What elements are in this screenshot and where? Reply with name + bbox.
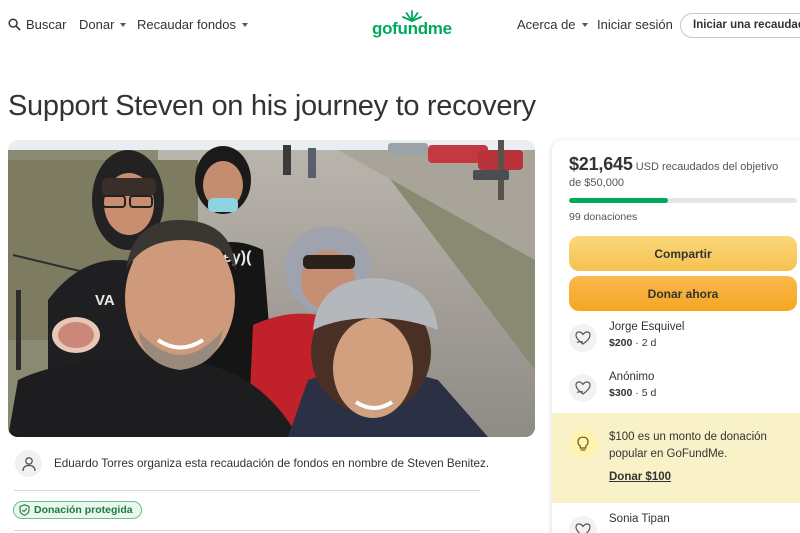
- divider: [14, 490, 480, 491]
- gofundme-logo[interactable]: gofundme: [372, 10, 452, 40]
- donation-sidebar: $21,645 USD recaudados del objetivo de $…: [552, 140, 800, 533]
- donate-menu[interactable]: Donar: [79, 17, 127, 32]
- donate-menu-label: Donar: [79, 17, 115, 32]
- donate-100-link[interactable]: Donar $100: [609, 471, 671, 483]
- chevron-down-icon: [242, 23, 249, 27]
- donation-meta: $300 · 5 d: [609, 387, 657, 399]
- organizer-avatar: [15, 450, 42, 477]
- donor-name: Anónimo: [609, 371, 655, 383]
- chevron-down-icon: [120, 23, 127, 27]
- share-button[interactable]: Compartir: [569, 236, 797, 271]
- fundraise-menu-label: Recaudar fondos: [137, 17, 237, 32]
- user-icon: [21, 456, 36, 471]
- donate-now-button[interactable]: Donar ahora: [569, 276, 797, 311]
- donor-name: Sonia Tipan: [609, 513, 670, 525]
- donation-time: 2 d: [641, 337, 657, 349]
- suggested-donation-text: $100 es un monto de donación popular en …: [609, 431, 767, 460]
- svg-text:VA: VA: [95, 292, 115, 309]
- donation-item: Jorge Esquivel $200 · 2 d: [569, 321, 799, 355]
- top-nav: Buscar Donar Recaudar fondos gofundme Ac…: [0, 0, 800, 52]
- organizer-statement: Eduardo Torres organiza esta recaudación…: [54, 457, 490, 470]
- donation-item: Sonia Tipan: [569, 513, 799, 533]
- donation-count[interactable]: 99 donaciones: [569, 211, 637, 223]
- donation-meta: $200 · 2 d: [609, 337, 657, 349]
- raised-summary: $21,645 USD recaudados del objetivo de $…: [569, 154, 789, 191]
- campaign-photo[interactable]: ey)( VA: [8, 140, 535, 437]
- donor-heart-icon: [569, 516, 597, 533]
- family-selfie-image: ey)( VA: [8, 140, 535, 437]
- fundraise-menu[interactable]: Recaudar fondos: [137, 17, 249, 32]
- page-title: Support Steven on his journey to recover…: [8, 90, 536, 122]
- divider: [14, 530, 480, 531]
- progress-bar: [569, 198, 797, 203]
- lightbulb-icon: [569, 430, 597, 458]
- progress-fill: [569, 198, 668, 203]
- donor-name: Jorge Esquivel: [609, 321, 685, 333]
- search-link[interactable]: Buscar: [8, 17, 66, 32]
- donation-amount: $200: [609, 337, 633, 349]
- donation-amount: $300: [609, 387, 633, 399]
- donation-time: 5 d: [641, 387, 657, 399]
- search-label: Buscar: [26, 17, 67, 32]
- protected-donation-badge[interactable]: Donación protegida: [13, 501, 142, 519]
- start-fundraiser-button[interactable]: Iniciar una recaudación: [680, 13, 800, 38]
- protected-donation-label: Donación protegida: [34, 504, 133, 516]
- donor-heart-icon: [569, 324, 597, 352]
- search-icon: [8, 18, 21, 31]
- chevron-down-icon: [581, 23, 588, 27]
- raised-amount: $21,645: [569, 154, 633, 174]
- shield-check-icon: [19, 504, 30, 516]
- login-label: Iniciar sesión: [597, 17, 673, 32]
- login-link[interactable]: Iniciar sesión: [597, 17, 673, 32]
- donation-item: Anónimo $300 · 5 d: [569, 371, 799, 405]
- logo-text: gofundme: [372, 19, 452, 38]
- about-menu[interactable]: Acerca de: [517, 17, 588, 32]
- about-menu-label: Acerca de: [517, 17, 576, 32]
- donor-heart-icon: [569, 374, 597, 402]
- suggested-donation-box: $100 es un monto de donación popular en …: [552, 413, 800, 503]
